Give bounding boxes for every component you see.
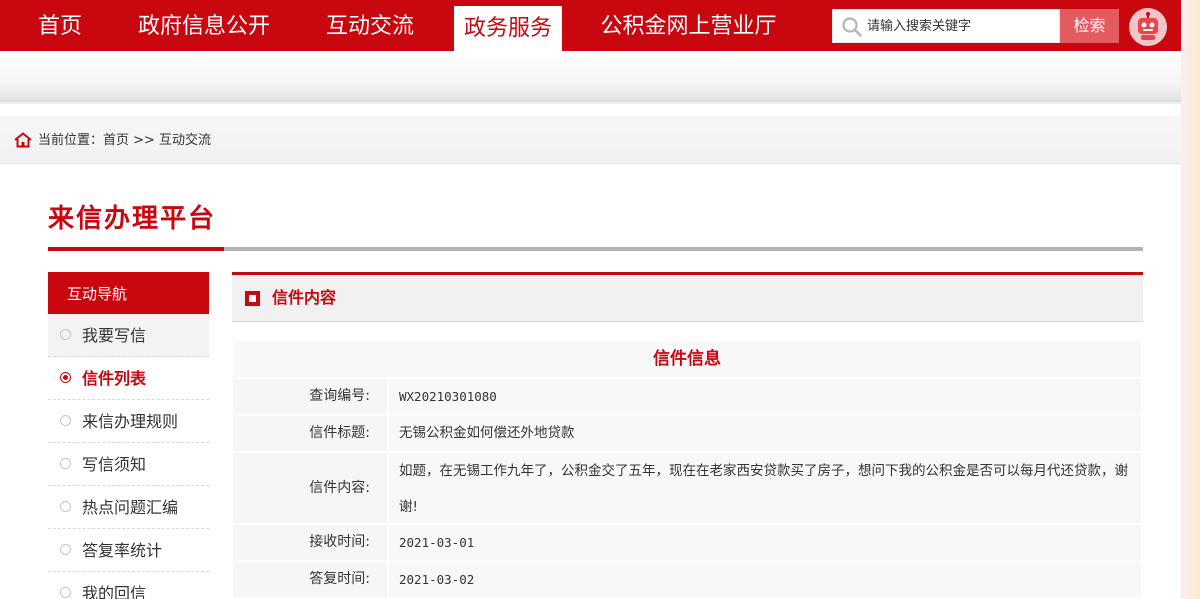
sidebar-item-label: 答复率统计 bbox=[82, 541, 163, 560]
sidebar-item-label: 来信办理规则 bbox=[82, 412, 179, 431]
table-row: 信件标题: 无锡公积金如何偿还外地贷款 bbox=[233, 416, 1141, 451]
row-label: 信件内容: bbox=[233, 453, 387, 523]
row-label: 查询编号: bbox=[233, 379, 387, 414]
radio-bullet-icon bbox=[60, 501, 71, 512]
table-row: 信件内容: 如题，在无锡工作九年了，公积金交了五年，现在在老家西安贷款买了房子，… bbox=[233, 453, 1141, 523]
robot-icon[interactable] bbox=[1129, 8, 1167, 46]
table-row: 查询编号: WX20210301080 bbox=[233, 379, 1141, 414]
nav-item-interaction[interactable]: 互动交流 bbox=[305, 0, 435, 51]
nav-item-fund-hall[interactable]: 公积金网上营业厅 bbox=[586, 0, 791, 51]
table-row: 接收时间: 2021-03-01 bbox=[233, 525, 1141, 560]
row-value: 无锡公积金如何偿还外地贷款 bbox=[389, 416, 1141, 451]
search-button[interactable]: 检索 bbox=[1060, 9, 1119, 43]
nav-item-gov-info[interactable]: 政府信息公开 bbox=[128, 0, 280, 51]
sidebar-item-label: 写信须知 bbox=[82, 455, 147, 474]
radio-bullet-icon bbox=[60, 458, 71, 469]
page-edge-decoration bbox=[1181, 0, 1200, 599]
radio-bullet-icon bbox=[60, 415, 71, 426]
row-label: 答复时间: bbox=[233, 562, 387, 597]
home-icon bbox=[14, 132, 32, 148]
breadcrumb: 当前位置：首页 >> 互动交流 bbox=[0, 116, 1181, 164]
radio-bullet-icon bbox=[60, 587, 71, 598]
breadcrumb-text[interactable]: 当前位置：首页 >> 互动交流 bbox=[38, 116, 211, 166]
sidebar-heading: 互动导航 bbox=[48, 272, 209, 314]
content-header: 信件内容 bbox=[232, 272, 1143, 322]
square-bullet-icon bbox=[245, 291, 260, 306]
row-label: 接收时间: bbox=[233, 525, 387, 560]
nav-item-home[interactable]: 首页 bbox=[18, 0, 102, 51]
sidebar-item-notice[interactable]: 写信须知 bbox=[48, 443, 209, 486]
sidebar-item-rules[interactable]: 来信办理规则 bbox=[48, 400, 209, 443]
search-input[interactable] bbox=[867, 10, 1057, 42]
row-value: 如题，在无锡工作九年了，公积金交了五年，现在在老家西安贷款买了房子，想问下我的公… bbox=[389, 453, 1141, 523]
table-row: 答复时间: 2021-03-02 bbox=[233, 562, 1141, 597]
top-nav-bar: 首页 政府信息公开 互动交流 政务服务 公积金网上营业厅 检索 bbox=[0, 0, 1181, 51]
title-divider-accent bbox=[48, 247, 224, 251]
row-value: 2021-03-02 bbox=[389, 562, 1141, 597]
sidebar-item-label: 热点问题汇编 bbox=[82, 498, 179, 517]
search-box bbox=[832, 9, 1060, 43]
sidebar-item-write-letter[interactable]: 我要写信 bbox=[48, 314, 209, 357]
sidebar-item-label: 我要写信 bbox=[82, 326, 147, 345]
nav-item-gov-service[interactable]: 政务服务 bbox=[454, 6, 562, 51]
radio-bullet-icon bbox=[60, 329, 71, 340]
row-label: 信件标题: bbox=[233, 416, 387, 451]
radio-bullet-icon bbox=[60, 372, 71, 383]
sidebar-item-my-replies[interactable]: 我的回信 bbox=[48, 572, 209, 599]
row-value: WX20210301080 bbox=[389, 379, 1141, 414]
letter-info-caption: 信件信息 bbox=[233, 341, 1141, 377]
sub-banner bbox=[0, 51, 1181, 101]
search-icon bbox=[842, 17, 862, 37]
sidebar-item-letter-list[interactable]: 信件列表 bbox=[48, 357, 209, 400]
radio-bullet-icon bbox=[60, 544, 71, 555]
sidebar-item-reply-stats[interactable]: 答复率统计 bbox=[48, 529, 209, 572]
sub-banner-shadow bbox=[0, 100, 1181, 104]
row-value: 2021-03-01 bbox=[389, 525, 1141, 560]
page-title: 来信办理平台 bbox=[48, 204, 217, 234]
sidebar-item-label: 我的回信 bbox=[82, 584, 147, 599]
sidebar-item-hot-topics[interactable]: 热点问题汇编 bbox=[48, 486, 209, 529]
content-header-title: 信件内容 bbox=[272, 288, 337, 307]
sidebar-item-label: 信件列表 bbox=[82, 369, 147, 388]
